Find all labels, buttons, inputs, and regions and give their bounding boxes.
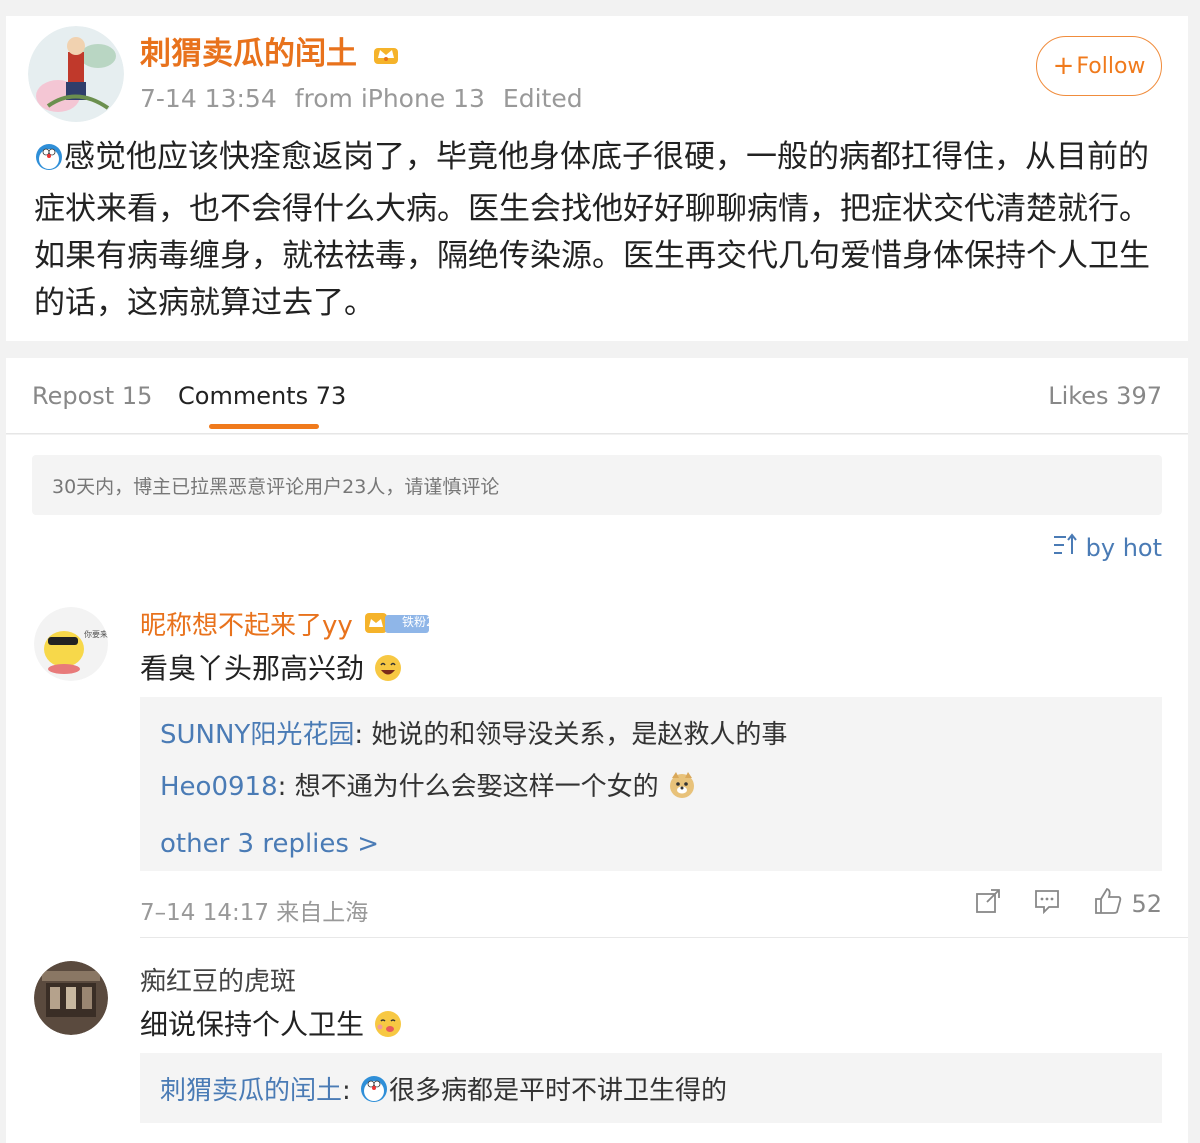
author-name-text[interactable]: 刺猬卖瓜的闰土: [140, 36, 357, 72]
more-replies-link[interactable]: other 3 replies >: [160, 818, 1142, 870]
reply-text: : 想不通为什么会娶这样一个女的: [277, 772, 659, 802]
tab-repost[interactable]: Repost 15: [32, 382, 152, 410]
reply-item: SUNNY阳光花园: 她说的和领导没关系，是赵救人的事: [160, 709, 1142, 761]
svg-text:你要来了: 你要来了: [84, 629, 108, 639]
post-time: 7-14 13:54: [140, 84, 277, 113]
reply-item: Heo0918: 想不通为什么会娶这样一个女的: [160, 761, 1142, 818]
post-meta: 7-14 13:54 from iPhone 13 Edited: [140, 84, 593, 113]
post-text: 感觉他应该快痊愈返岗了，毕竟他身体底子很硬，一般的病都扛得住，从目前的症状来看，…: [34, 139, 1150, 321]
sort-icon: [1052, 533, 1078, 563]
commenter-name[interactable]: 昵称想不起来了yy 铁粉2: [140, 605, 434, 642]
reply-box: 刺猬卖瓜的闰土: 很多病都是平时不讲卫生得的: [140, 1053, 1162, 1123]
reply-text: 很多病都是平时不讲卫生得的: [389, 1076, 728, 1106]
share-icon[interactable]: [975, 888, 1001, 920]
commenter-avatar[interactable]: [34, 961, 108, 1035]
sort-label: by hot: [1085, 534, 1162, 562]
tab-comments[interactable]: Comments 73: [178, 382, 346, 410]
active-tab-indicator: [209, 424, 319, 429]
comment-text: 细说保持个人卫生: [140, 1003, 403, 1046]
reply-text: : 她说的和领导没关系，是赵救人的事: [354, 720, 788, 750]
interaction-tabs: Repost 15 Comments 73 Likes 397: [6, 358, 1188, 434]
sort-button[interactable]: by hot: [1052, 533, 1162, 563]
commenter-avatar[interactable]: 你要来了: [34, 607, 108, 681]
comment-text: 看臭丫头那高兴劲: [140, 647, 403, 690]
comment-footer: 7–14 14:17 来自上海 52: [140, 887, 1162, 927]
reply-user[interactable]: SUNNY阳光花园: [160, 720, 354, 750]
yummy-emoji-icon: [373, 1009, 403, 1046]
commenter-name[interactable]: 痴红豆的虎斑: [140, 961, 296, 998]
laughing-emoji-icon: [373, 653, 403, 690]
thumbs-up-icon: [1093, 887, 1123, 921]
comment-actions: 52: [975, 887, 1162, 921]
commenter-name-text[interactable]: 昵称想不起来了yy: [140, 611, 353, 641]
reply-user[interactable]: Heo0918: [160, 772, 278, 802]
doraemon-emoji-icon: [359, 1070, 389, 1122]
comment-icon[interactable]: [1033, 888, 1061, 920]
comments-section: 30天内，博主已拉黑恶意评论用户23人，请谨慎评论 by hot 你要来了: [6, 435, 1188, 1143]
tab-likes[interactable]: Likes 397: [1048, 382, 1162, 410]
reply-box: SUNNY阳光花园: 她说的和领导没关系，是赵救人的事 Heo0918: 想不通…: [140, 697, 1162, 871]
reply-user[interactable]: 刺猬卖瓜的闰土: [160, 1076, 342, 1106]
follow-label: Follow: [1076, 53, 1146, 79]
like-count: 52: [1131, 890, 1162, 918]
fan-badge-text: 铁粉2: [402, 615, 434, 629]
crown-icon: [372, 38, 400, 74]
comment-text-content: 看臭丫头那高兴劲: [140, 652, 365, 685]
reply-item: 刺猬卖瓜的闰土: 很多病都是平时不讲卫生得的: [160, 1065, 1142, 1122]
post-card: 刺猬卖瓜的闰土 7-14 13:54 from iPhone 13 Edited…: [6, 16, 1188, 341]
doge-emoji-icon: [667, 766, 697, 818]
author-avatar[interactable]: [28, 26, 124, 122]
moderation-notice: 30天内，博主已拉黑恶意评论用户23人，请谨慎评论: [32, 455, 1162, 515]
doraemon-emoji-icon: [34, 139, 64, 186]
like-button[interactable]: 52: [1093, 887, 1162, 921]
comment-divider: [140, 937, 1188, 938]
author-name[interactable]: 刺猬卖瓜的闰土: [140, 28, 400, 74]
reply-colon: :: [342, 1076, 360, 1106]
comment-text-content: 细说保持个人卫生: [140, 1008, 365, 1041]
plus-icon: +: [1052, 51, 1075, 81]
post-body: 感觉他应该快痊愈返岗了，毕竟他身体底子很硬，一般的病都扛得住，从目前的症状来看，…: [34, 134, 1164, 327]
comment-time: 7–14 14:17 来自上海: [140, 900, 369, 926]
post-source: from iPhone 13: [294, 84, 485, 113]
post-edited: Edited: [502, 84, 583, 113]
follow-button[interactable]: + Follow: [1036, 36, 1162, 96]
